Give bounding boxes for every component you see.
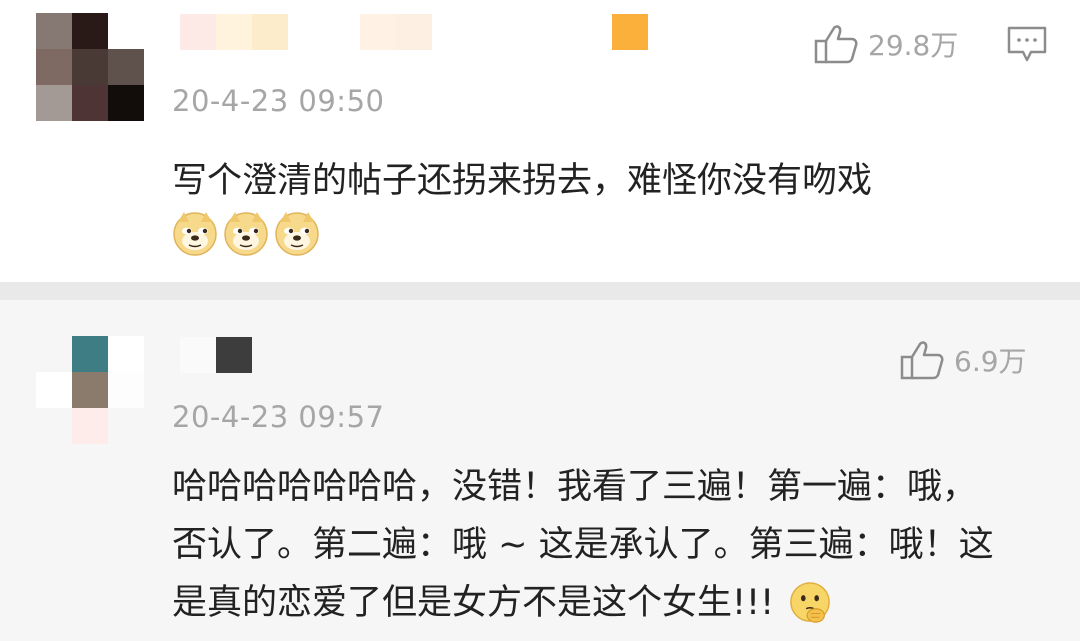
like-count: 29.8万: [868, 29, 959, 62]
avatar-pixel: [72, 336, 108, 372]
comment-text-line: 是真的恋爱了但是女方不是这个女生!!!: [172, 574, 1052, 632]
avatar-pixel: [36, 336, 72, 372]
emoji-row: [172, 210, 320, 256]
comment-card: 20-4-23 09:50 29.8万 写个澄清的帖子还拐来拐去，难怪你没有吻戏: [0, 0, 1080, 282]
comment-text-segment: 是真的恋爱了但是女方不是这个女生!!!: [172, 583, 775, 623]
username-pixel: [180, 337, 216, 373]
thumbs-up-icon: [814, 25, 858, 64]
avatar-pixel: [108, 13, 144, 49]
username-blurred[interactable]: [180, 14, 648, 50]
reply-button[interactable]: [1007, 26, 1047, 68]
avatar-pixel: [72, 49, 108, 85]
avatar-pixel: [108, 408, 144, 444]
thinking-emoji: [790, 582, 830, 623]
comment-text-line: 否认了。第二遍：哦 ~ 这是承认了。第三遍：哦！这: [172, 525, 994, 565]
avatar-pixel: [36, 408, 72, 444]
avatar-pixel: [72, 85, 108, 121]
comment-text-line: 哈哈哈哈哈哈哈，没错！我看了三遍！第一遍：哦，: [172, 467, 978, 507]
avatar-pixel: [72, 372, 108, 408]
avatar-pixel: [36, 372, 72, 408]
avatar-pixel: [108, 372, 144, 408]
username-pixel: [612, 14, 648, 50]
like-button[interactable]: 6.9万: [900, 340, 1027, 380]
like-button[interactable]: 29.8万: [814, 24, 958, 64]
username-pixel: [324, 14, 360, 50]
doge-emoji: [224, 212, 268, 256]
comment-time: 20-4-23 09:57: [172, 400, 385, 434]
thumbs-up-icon: [900, 341, 944, 380]
username-pixel: [252, 14, 288, 50]
avatar-pixel: [108, 85, 144, 121]
avatar-pixel: [72, 13, 108, 49]
avatar-pixel: [36, 85, 72, 121]
username-pixel: [396, 14, 432, 50]
username-pixel: [180, 14, 216, 50]
comment-time: 20-4-23 09:50: [172, 84, 385, 118]
username-pixel: [216, 14, 252, 50]
avatar-pixel: [72, 408, 108, 444]
comment-divider: [0, 282, 1080, 300]
comment-text: 写个澄清的帖子还拐来拐去，难怪你没有吻戏: [172, 161, 873, 201]
like-count: 6.9万: [954, 345, 1027, 378]
avatar-pixel: [36, 13, 72, 49]
username-pixel: [216, 337, 252, 373]
doge-emoji: [275, 212, 319, 256]
comment-icon: [1007, 26, 1047, 62]
username-blurred[interactable]: [180, 337, 252, 373]
avatar-pixel: [36, 49, 72, 85]
comment-text: 哈哈哈哈哈哈哈，没错！我看了三遍！第一遍：哦， 否认了。第二遍：哦 ~ 这是承认…: [172, 458, 1052, 632]
doge-emoji: [173, 212, 217, 256]
username-pixel: [360, 14, 396, 50]
avatar[interactable]: [36, 13, 144, 121]
avatar[interactable]: [36, 336, 144, 444]
avatar-pixel: [108, 336, 144, 372]
avatar-pixel: [108, 49, 144, 85]
